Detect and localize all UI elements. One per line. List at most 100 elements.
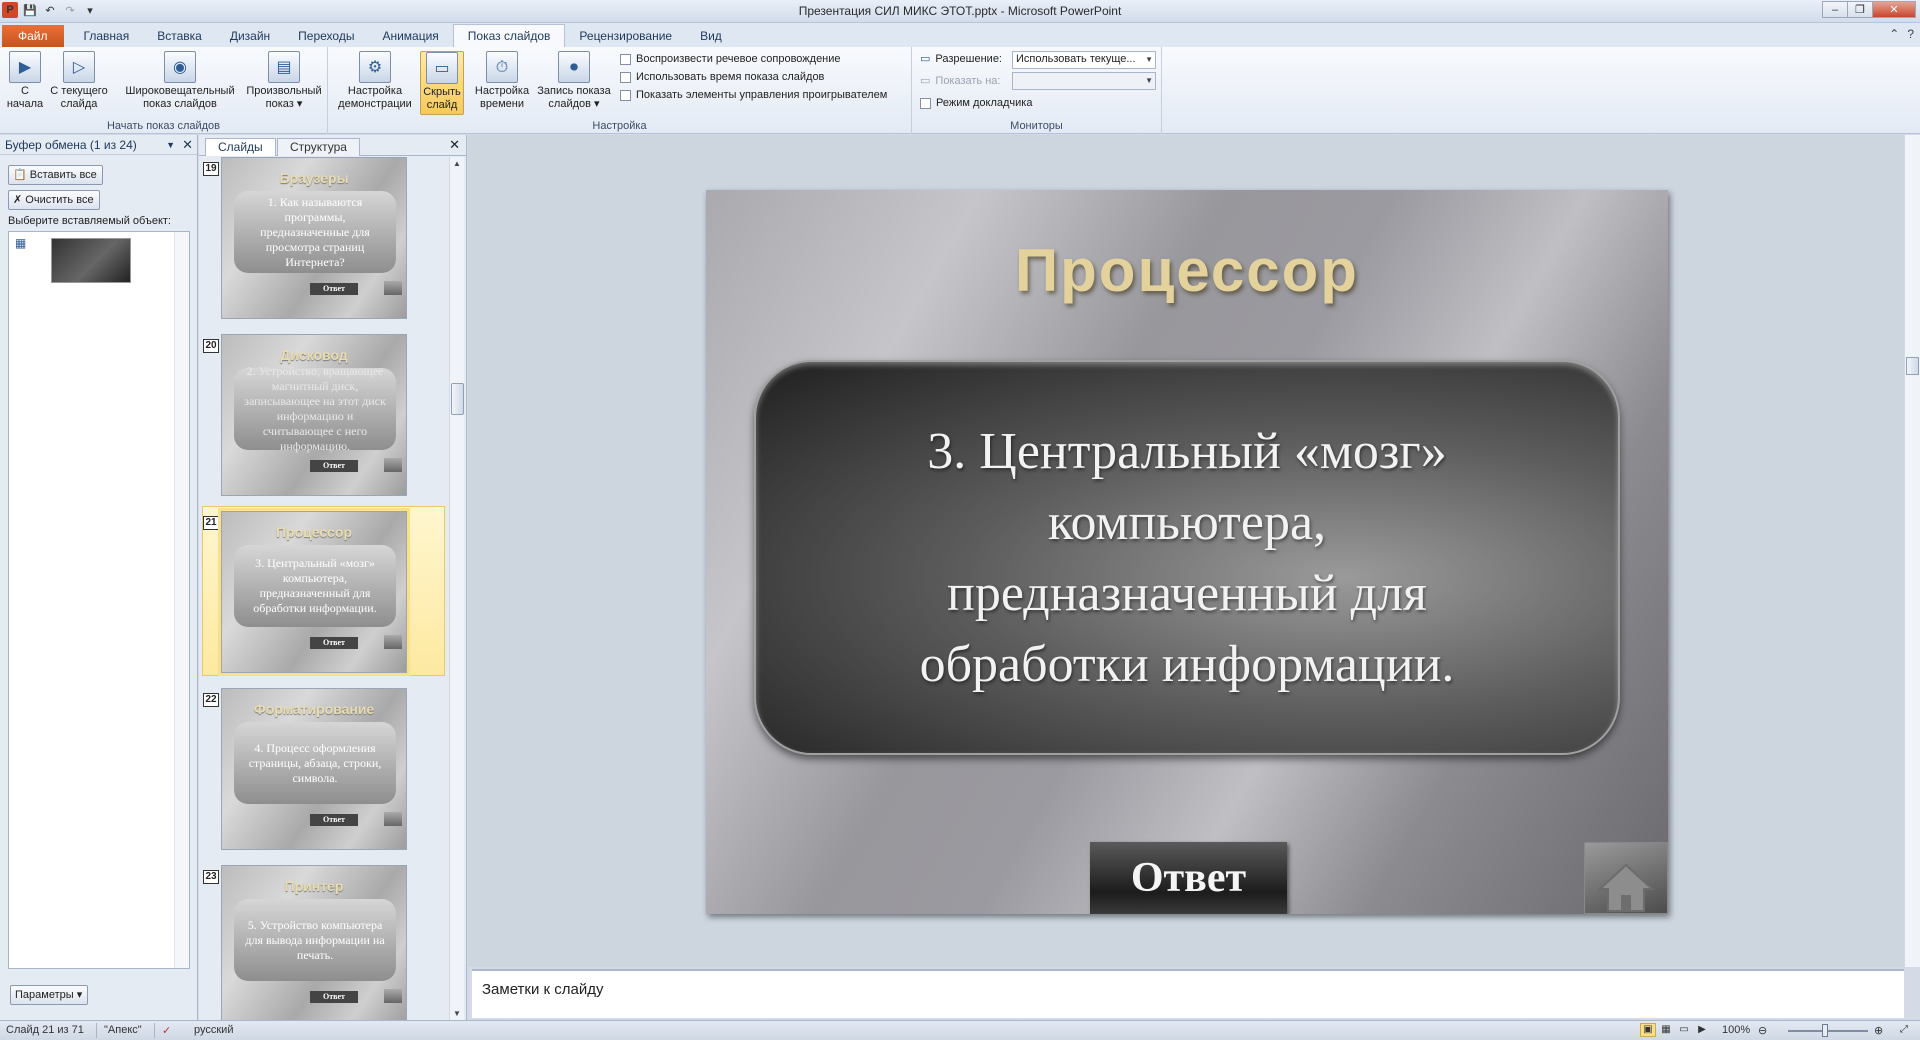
zoom-slider[interactable] [1788, 1030, 1868, 1032]
scroll-thumb[interactable] [451, 383, 464, 415]
clipboard-item[interactable] [51, 238, 131, 283]
thumbnail-title: Принтер [284, 878, 344, 894]
spellcheck-icon[interactable]: ✓ [162, 1024, 171, 1037]
use-timings-checkbox[interactable]: Использовать время показа слайдов [620, 71, 824, 83]
slide-thumbnail[interactable]: Браузеры 1. Как называются программы, пр… [221, 157, 407, 319]
group-label: Мониторы [1010, 120, 1063, 132]
tab-slide-show[interactable]: Показ слайдов [452, 24, 566, 47]
tab-animations[interactable]: Анимация [368, 25, 452, 47]
thumbnail-title: Процессор [275, 524, 353, 540]
slides-pane: Слайды Структура ✕ 19 Браузеры 1. Как на… [199, 135, 467, 1020]
language-indicator[interactable]: русский [194, 1024, 233, 1036]
presenter-view-checkbox[interactable]: Режим докладчика [920, 97, 1032, 109]
slides-pane-tabs: Слайды Структура ✕ [199, 135, 466, 156]
slide-scrollbar[interactable] [1904, 135, 1920, 967]
home-icon [1597, 863, 1655, 912]
slideshow-current-icon: ▷ [63, 51, 95, 83]
question-box[interactable]: 3. Центральный «мозг» компьютера, предна… [754, 360, 1620, 755]
slide-sorter-view-button[interactable]: ▦ [1658, 1023, 1674, 1037]
show-on-select[interactable]: ▼ [1012, 72, 1156, 90]
minimize-ribbon-icon[interactable]: ⌃ [1889, 27, 1899, 41]
group-setup: ⚙ Настройка демонстрации ▭ Скрыть слайд … [328, 47, 912, 134]
normal-view-button[interactable]: ▣ [1640, 1023, 1656, 1037]
from-current-slide-button[interactable]: ▷ С текущего слайда [48, 51, 110, 111]
zoom-level[interactable]: 100% [1722, 1024, 1750, 1036]
slide-thumbnail[interactable]: Форматирование 4. Процесс оформления стр… [221, 688, 407, 850]
tab-insert[interactable]: Вставка [143, 25, 216, 47]
slide-number: 20 [203, 339, 219, 353]
reading-view-button[interactable]: ▭ [1676, 1023, 1692, 1037]
close-icon[interactable]: ✕ [182, 135, 193, 155]
title-bar: P 💾 ↶ ↷ ▾ Презентация СИЛ МИКС ЭТОТ.pptx… [0, 0, 1920, 23]
slide-number: 22 [203, 693, 219, 707]
home-icon [384, 458, 402, 472]
slide-counter: Слайд 21 из 71 [6, 1024, 84, 1036]
options-button[interactable]: Параметры ▾ [10, 985, 89, 1005]
status-bar: Слайд 21 из 71 "Апекс" ✓ русский ▣ ▦ ▭ ▶… [0, 1020, 1920, 1040]
timer-icon: ⏱ [486, 51, 518, 83]
slide-thumbnail-selected[interactable]: Процессор 3. Центральный «мозг» компьюте… [221, 511, 407, 673]
clipboard-pane: Буфер обмена (1 из 24) ▼ ✕ 📋 Вставить вс… [0, 135, 198, 1020]
thumbnail-answer: Ответ [310, 991, 358, 1003]
scroll-thumb[interactable] [1906, 357, 1919, 375]
slide-thumbnail[interactable]: Дисковод 2. Устройство, вращающее магнит… [221, 334, 407, 496]
zoom-in-icon[interactable]: ⊕ [1874, 1024, 1883, 1037]
play-narrations-checkbox[interactable]: Воспроизвести речевое сопровождение [620, 53, 841, 65]
tab-design[interactable]: Дизайн [216, 25, 284, 47]
broadcast-slideshow-button[interactable]: ◉ Широковещательный показ слайдов [120, 51, 240, 111]
thumbnail-title: Форматирование [253, 701, 375, 717]
tab-review[interactable]: Рецензирование [565, 25, 686, 47]
slide-title[interactable]: Процессор [706, 236, 1668, 305]
help-icon[interactable]: ? [1907, 27, 1914, 41]
thumbnail-answer: Ответ [310, 283, 358, 295]
thumbnail-text: 3. Центральный «мозг» компьютера, предна… [234, 545, 396, 627]
broadcast-icon: ◉ [164, 51, 196, 83]
scroll-up-icon[interactable]: ▲ [453, 159, 461, 168]
current-slide[interactable]: Процессор 3. Центральный «мозг» компьюте… [706, 190, 1668, 914]
clipboard-header: Буфер обмена (1 из 24) ▼ ✕ [0, 135, 197, 155]
slideshow-start-icon: ▶ [9, 51, 41, 83]
notes-pane[interactable]: Заметки к слайду [472, 969, 1904, 1018]
tab-view[interactable]: Вид [686, 25, 736, 47]
theme-name[interactable]: "Апекс" [104, 1024, 142, 1036]
pane-menu-icon[interactable]: ▼ [166, 135, 175, 155]
clear-all-button[interactable]: ✗ Очистить все [8, 190, 100, 210]
tab-transitions[interactable]: Переходы [284, 25, 368, 47]
fit-to-window-button[interactable]: ⤢ [1896, 1023, 1912, 1037]
slide-number: 19 [203, 162, 219, 176]
show-media-controls-checkbox[interactable]: Показать элементы управления проигрывате… [620, 89, 887, 101]
answer-button[interactable]: Ответ [1090, 842, 1287, 914]
thumbnail-answer: Ответ [310, 637, 358, 649]
thumbnail-title: Дисковод [280, 347, 348, 363]
paste-all-button[interactable]: 📋 Вставить все [8, 165, 103, 185]
slide-thumbnails: 19 Браузеры 1. Как называются программы,… [199, 157, 449, 1020]
zoom-out-icon[interactable]: ⊖ [1758, 1024, 1767, 1037]
tab-outline[interactable]: Структура [277, 138, 360, 156]
thumbnail-title: Браузеры [279, 170, 349, 186]
thumbnail-text: 2. Устройство, вращающее магнитный диск,… [234, 364, 396, 453]
record-slideshow-button[interactable]: ⏺ Запись показа слайдов ▾ [534, 51, 614, 111]
setup-slideshow-button[interactable]: ⚙ Настройка демонстрации [336, 51, 414, 111]
scroll-down-icon[interactable]: ▼ [453, 1009, 461, 1018]
rehearse-timings-button[interactable]: ⏱ Настройка времени [472, 51, 532, 111]
slides-scrollbar[interactable]: ▲ ▼ [449, 157, 464, 1020]
scrollbar[interactable] [174, 232, 189, 968]
from-beginning-button[interactable]: ▶ С начала [4, 51, 46, 111]
custom-slideshow-button[interactable]: ▤ Произвольный показ ▾ [242, 51, 326, 111]
hide-slide-button[interactable]: ▭ Скрыть слайд [420, 51, 464, 115]
slide-thumbnail[interactable]: Принтер 5. Устройство компьютера для выв… [221, 865, 407, 1020]
restore-button[interactable]: ❐ [1847, 1, 1873, 18]
resolution-select[interactable]: Использовать текуще... ▼ [1012, 51, 1156, 69]
group-label: Настройка [592, 120, 647, 132]
close-icon[interactable]: ✕ [449, 137, 460, 153]
setup-show-icon: ⚙ [359, 51, 391, 83]
zoom-slider-handle[interactable] [1822, 1024, 1828, 1037]
tab-home[interactable]: Главная [70, 25, 144, 47]
close-button[interactable]: ✕ [1872, 1, 1916, 18]
thumbnail-answer: Ответ [310, 814, 358, 826]
home-button[interactable] [1584, 842, 1668, 914]
tab-file[interactable]: Файл [2, 25, 64, 47]
minimize-button[interactable]: – [1822, 1, 1848, 18]
tab-slides[interactable]: Слайды [205, 138, 276, 156]
slideshow-view-button[interactable]: ▶ [1694, 1023, 1710, 1037]
